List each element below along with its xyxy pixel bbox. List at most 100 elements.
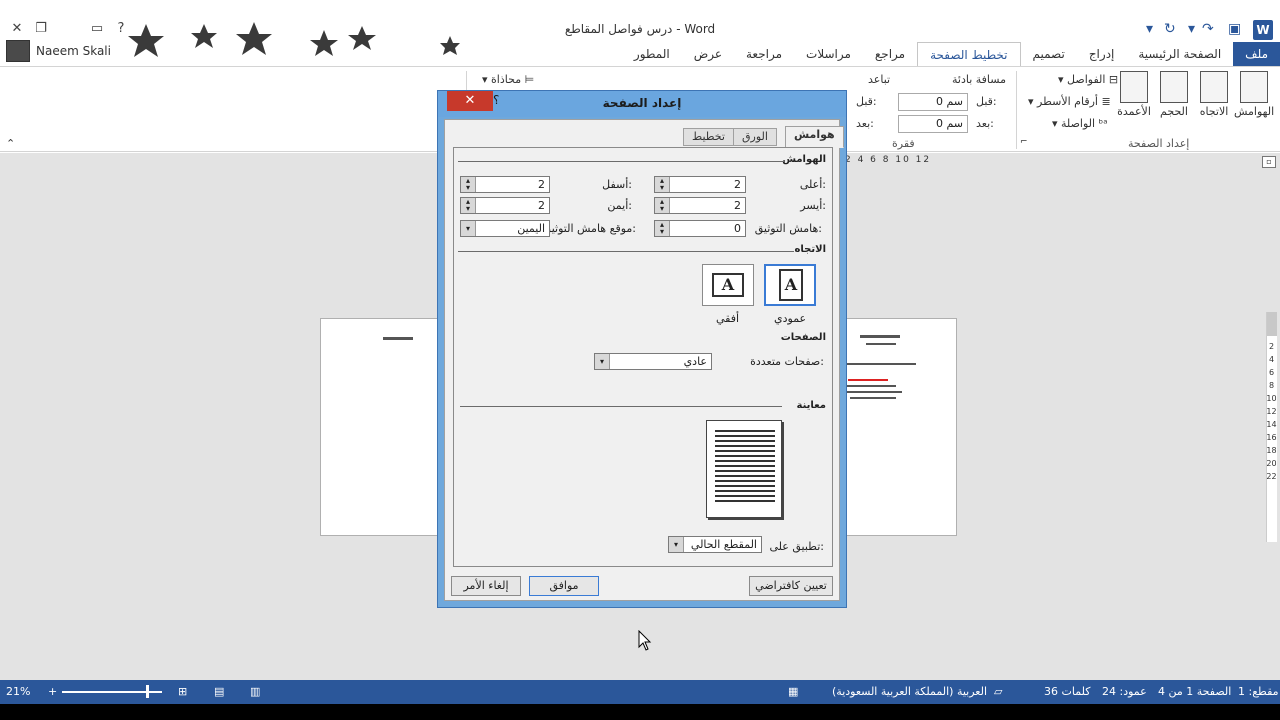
tab-layout[interactable]: تخطيط: [683, 128, 734, 146]
spacing-label: تباعد: [868, 73, 891, 86]
vertical-ruler-tick: 16: [1266, 433, 1277, 442]
spinner-icon[interactable]: ▴ ▾: [461, 177, 476, 192]
left-margin-input[interactable]: ▴ ▾ 2: [654, 197, 746, 214]
tab-mailings[interactable]: مراسلات: [794, 42, 863, 66]
spacing-before-label: قبل:: [856, 95, 877, 108]
customize-qat-icon[interactable]: ▾: [1146, 20, 1153, 38]
section-status: مقطع: 1: [1238, 685, 1279, 698]
landscape-page-icon: A: [712, 273, 744, 297]
zoom-slider-handle[interactable]: [146, 685, 149, 698]
apply-to-select[interactable]: ▾ المقطع الحالي: [668, 536, 762, 553]
spinner-icon[interactable]: ▴ ▾: [655, 221, 670, 236]
scrollbar-thumb[interactable]: [1267, 312, 1277, 336]
web-layout-icon[interactable]: ⊞: [178, 685, 187, 698]
landscape-label: أفقي: [716, 312, 740, 325]
zoom-in-icon[interactable]: +: [48, 685, 57, 698]
tab-insert[interactable]: إدراج: [1077, 42, 1127, 66]
read-mode-icon[interactable]: ▥: [250, 685, 260, 698]
portrait-option[interactable]: A: [764, 264, 816, 306]
margins-button[interactable]: الهوامش: [1234, 71, 1274, 118]
spinner-icon[interactable]: ▴ ▾: [655, 177, 670, 192]
hyphenation-button[interactable]: ▾ الواصلة ᵇᵃ: [1052, 117, 1108, 130]
page-text-line: [846, 391, 902, 393]
letterbox-bar: [0, 704, 1280, 720]
indent-before-label: قبل:: [976, 95, 997, 108]
cancel-button[interactable]: إلغاء الأمر: [451, 576, 521, 596]
margins-icon: [1240, 71, 1268, 103]
gutter-label: هامش التوثيق:: [754, 222, 822, 235]
dropdown-icon[interactable]: ▾: [461, 221, 476, 236]
tab-paper[interactable]: الورق: [733, 128, 777, 146]
columns-button[interactable]: الأعمدة: [1114, 71, 1154, 118]
tab-references[interactable]: مراجع: [863, 42, 917, 66]
right-margin-input[interactable]: ▴ ▾ 2: [460, 197, 550, 214]
gutter-input[interactable]: ▴ ▾ 0: [654, 220, 746, 237]
size-button[interactable]: الحجم: [1154, 71, 1194, 118]
tab-review[interactable]: مراجعة: [734, 42, 794, 66]
line-numbers-button[interactable]: ▾ أرقام الأسطر ≣: [1028, 95, 1111, 108]
ok-button[interactable]: موافق: [529, 576, 599, 596]
zoom-level[interactable]: 21%: [6, 685, 30, 698]
dialog-title-bar[interactable]: ✕ ؟ إعداد الصفحة: [438, 91, 846, 117]
page-text-line: [846, 385, 896, 387]
vertical-ruler-tick: 4: [1268, 355, 1275, 364]
vertical-ruler-tick: 2: [1268, 342, 1275, 351]
portrait-label: عمودي: [774, 312, 807, 325]
spinner-icon[interactable]: ▴ ▾: [655, 198, 670, 213]
bottom-margin-label: أسفل:: [602, 178, 632, 191]
document-page[interactable]: [845, 318, 957, 536]
indent-after-input[interactable]: 0 سم: [898, 115, 968, 133]
collapse-ribbon-icon[interactable]: ⌃: [6, 137, 15, 150]
tab-margins[interactable]: هوامش: [785, 126, 844, 148]
save-icon[interactable]: ▣: [1228, 20, 1241, 38]
redo-dropdown-icon[interactable]: ▾: [1188, 20, 1195, 38]
page-text-line: [383, 337, 413, 340]
dialog-body: هوامش الورق تخطيط الهوامش أعلى: ▴ ▾ 2 أسف…: [444, 119, 844, 601]
vertical-ruler-tick: 8: [1268, 381, 1275, 390]
proofing-icon[interactable]: ▱: [994, 685, 1002, 698]
breaks-button[interactable]: ▾ الفواصل ⊟: [1058, 73, 1118, 86]
refresh-icon[interactable]: ↻: [1164, 20, 1176, 38]
align-button[interactable]: ▾ محاذاة ⊨: [482, 73, 534, 86]
top-margin-input[interactable]: ▴ ▾ 2: [654, 176, 746, 193]
page-text-line: [850, 397, 896, 399]
gutter-position-select[interactable]: ▾ اليمين: [460, 220, 550, 237]
indent-before-input[interactable]: 0 سم: [898, 93, 968, 111]
margins-section-title: الهوامش: [782, 154, 826, 165]
indent-after-label: بعد:: [976, 117, 994, 130]
vertical-ruler-tick: 12: [1266, 407, 1277, 416]
set-default-button[interactable]: تعيين كافتراضي: [749, 576, 833, 596]
tab-page-layout[interactable]: تخطيط الصفحة: [917, 42, 1021, 66]
tab-home[interactable]: الصفحة الرئيسية: [1126, 42, 1233, 66]
gutter-position-label: موقع هامش التوثيق:: [542, 222, 636, 235]
multiple-pages-label: صفحات متعددة:: [750, 355, 824, 368]
margins-panel: الهوامش أعلى: ▴ ▾ 2 أسفل: ▴ ▾ 2 أيسر: ▴ ▾ 2…: [453, 147, 833, 567]
document-page[interactable]: [320, 318, 438, 536]
tab-developer[interactable]: المطور: [622, 42, 682, 66]
page-setup-launcher-icon[interactable]: ⌐: [1020, 137, 1028, 147]
preview-section-title: معاينة: [796, 400, 827, 411]
dropdown-icon[interactable]: ▾: [669, 537, 684, 552]
spacing-after-label: بعد:: [856, 117, 874, 130]
word-count[interactable]: 36 كلمات: [1044, 685, 1090, 698]
tab-design[interactable]: تصميم: [1021, 42, 1077, 66]
macro-record-icon[interactable]: ▦: [788, 685, 798, 698]
multiple-pages-select[interactable]: ▾ عادي: [594, 353, 712, 370]
language-status[interactable]: العربية (المملكة العربية السعودية): [832, 685, 987, 698]
dialog-title: إعداد الصفحة: [602, 96, 682, 110]
bottom-margin-input[interactable]: ▴ ▾ 2: [460, 176, 550, 193]
word-app-icon: W: [1253, 20, 1273, 40]
undo-icon[interactable]: ↷: [1202, 20, 1214, 38]
page-status[interactable]: الصفحة 1 من 4: [1158, 685, 1231, 698]
tab-file[interactable]: ملف: [1233, 42, 1280, 66]
page-setup-group-label: إعداد الصفحة: [1128, 137, 1190, 150]
orientation-button[interactable]: الاتجاه: [1194, 71, 1234, 118]
vertical-ruler-tick: 20: [1266, 459, 1277, 468]
dropdown-icon[interactable]: ▾: [595, 354, 610, 369]
status-bar: 21% + ⊞ ▤ ▥ ▦ العربية (المملكة العربية ا…: [0, 680, 1280, 704]
ruler-toggle-icon[interactable]: ▫: [1262, 156, 1276, 168]
spinner-icon[interactable]: ▴ ▾: [461, 198, 476, 213]
print-layout-icon[interactable]: ▤: [214, 685, 224, 698]
landscape-option[interactable]: A: [702, 264, 754, 306]
tab-view[interactable]: عرض: [682, 42, 734, 66]
